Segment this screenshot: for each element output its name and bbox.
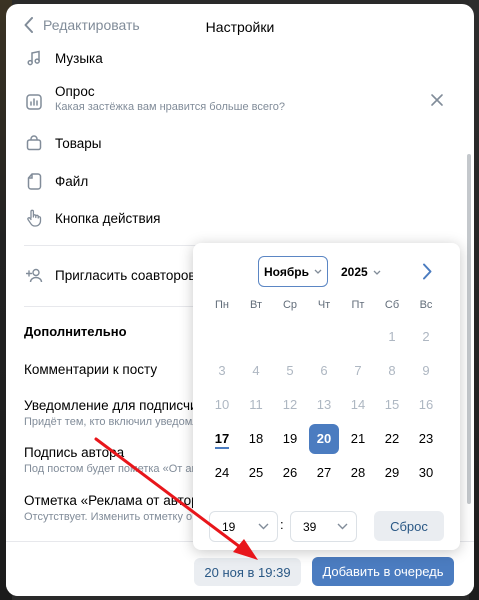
poll-icon	[24, 92, 44, 112]
schedule-date-button[interactable]: 20 ноя в 19:39	[194, 558, 301, 586]
author-signature-setting[interactable]: Подпись автора Под постом будет пометка …	[24, 445, 199, 475]
calendar-day[interactable]: 26	[275, 458, 305, 488]
invite-coauthors-label: Пригласить соавторов	[55, 267, 196, 283]
calendar-day-disabled: 9	[422, 363, 430, 378]
author-signature-sub: Под постом будет пометка «От автора»	[24, 463, 199, 475]
calendar-day-disabled: 15	[384, 397, 400, 412]
calendar-day-disabled: 10	[214, 397, 230, 412]
chevron-down-icon	[258, 523, 269, 530]
weekday-label: Пн	[215, 299, 229, 311]
calendar-day-disabled: 4	[252, 363, 260, 378]
notify-subscribers-setting[interactable]: Уведомление для подписчиков Придёт тем, …	[24, 398, 199, 428]
weekday-label: Пт	[351, 299, 365, 311]
calendar-day-disabled: 5	[286, 363, 294, 378]
add-user-icon	[24, 265, 44, 285]
reset-button[interactable]: Сброс	[374, 511, 444, 541]
calendar-day-disabled: 2	[422, 329, 430, 344]
divider	[24, 306, 204, 307]
calendar-day-disabled: 3	[218, 363, 226, 378]
calendar-day[interactable]: 19	[275, 424, 305, 454]
calendar-day-disabled: 13	[316, 397, 332, 412]
chevron-right-icon	[423, 263, 432, 280]
calendar-day-today[interactable]: 17	[207, 424, 237, 454]
calendar-day-selected[interactable]: 20	[309, 424, 339, 454]
comments-setting-title: Комментарии к посту	[24, 362, 158, 377]
notify-subscribers-title: Уведомление для подписчиков	[24, 398, 199, 413]
attach-action-button[interactable]: Кнопка действия	[24, 208, 160, 228]
next-month-button[interactable]	[422, 263, 432, 285]
year-select[interactable]: 2025	[341, 265, 381, 279]
calendar-day-disabled: 12	[282, 397, 298, 412]
author-signature-title: Подпись автора	[24, 445, 125, 460]
attach-products-label: Товары	[55, 135, 102, 151]
calendar-day-disabled: 1	[388, 329, 396, 344]
hand-pointer-icon	[24, 208, 44, 228]
modal-header: Редактировать Настройки	[6, 4, 474, 48]
chevron-down-icon	[337, 523, 348, 530]
hour-select[interactable]: 19	[209, 511, 278, 542]
attach-music[interactable]: Музыка	[24, 48, 103, 68]
calendar-day[interactable]: 18	[241, 424, 271, 454]
calendar-day-disabled: 6	[320, 363, 328, 378]
calendar-day-disabled: 11	[249, 397, 263, 412]
weekday-label: Чт	[317, 299, 331, 311]
date-picker-popup: Ноябрь 2025 Пн Вт Ср Чт Пт Сб Вс 1 2 3 4 5 6 7 8 9 10 11…	[193, 243, 460, 550]
calendar-day[interactable]: 27	[309, 458, 339, 488]
section-heading: Дополнительно	[24, 324, 127, 339]
calendar-day[interactable]: 29	[377, 458, 407, 488]
minute-value: 39	[303, 519, 317, 534]
calendar-day-disabled: 7	[354, 363, 362, 378]
ad-mark-setting[interactable]: Отметка «Реклама от автора» Отсутствует.…	[24, 493, 199, 523]
file-icon	[24, 171, 44, 191]
chevron-down-icon	[314, 269, 322, 274]
attach-poll-label: Опрос	[55, 84, 95, 99]
calendar-day[interactable]: 23	[411, 424, 441, 454]
remove-poll-button[interactable]	[430, 93, 444, 112]
calendar-day[interactable]: 28	[343, 458, 373, 488]
scrollbar[interactable]	[467, 154, 471, 504]
attach-file[interactable]: Файл	[24, 171, 88, 191]
ad-mark-sub: Отсутствует. Изменить отметку о рекламе	[24, 511, 199, 523]
weekday-label: Сб	[384, 299, 400, 311]
calendar-day-disabled: 14	[350, 397, 366, 412]
time-separator: :	[280, 517, 284, 532]
attach-poll-question: Какая застёжка вам нравится больше всего…	[55, 101, 285, 113]
chevron-down-icon	[373, 270, 381, 275]
month-select[interactable]: Ноябрь	[258, 256, 328, 287]
shopping-bag-icon	[24, 133, 44, 153]
modal-title: Настройки	[205, 19, 275, 35]
attach-products[interactable]: Товары	[24, 133, 101, 153]
add-to-queue-button[interactable]: Добавить в очередь	[312, 557, 454, 586]
weekday-label: Вс	[419, 299, 433, 311]
weekday-label: Ср	[282, 299, 298, 311]
invite-coauthors[interactable]: Пригласить соавторов	[24, 265, 196, 285]
music-note-icon	[24, 48, 44, 68]
settings-modal: Редактировать Настройки Музыка Опрос Как…	[6, 4, 474, 596]
year-value: 2025	[341, 265, 368, 279]
notify-subscribers-sub: Придёт тем, кто включил уведомления	[24, 416, 199, 428]
ad-mark-title: Отметка «Реклама от автора»	[24, 493, 199, 508]
close-icon	[431, 94, 443, 106]
hour-value: 19	[222, 519, 236, 534]
attach-action-button-label: Кнопка действия	[55, 210, 161, 226]
divider	[24, 245, 204, 246]
calendar-day[interactable]: 22	[377, 424, 407, 454]
attach-music-label: Музыка	[55, 50, 103, 66]
calendar-day[interactable]: 25	[241, 458, 271, 488]
minute-select[interactable]: 39	[290, 511, 357, 542]
calendar-day[interactable]: 30	[411, 458, 441, 488]
weekday-label: Вт	[249, 299, 262, 311]
attach-poll[interactable]: Опрос Какая застёжка вам нравится больше…	[24, 84, 285, 113]
comments-setting[interactable]: Комментарии к посту	[24, 362, 199, 377]
month-value: Ноябрь	[264, 264, 309, 279]
calendar-day[interactable]: 24	[207, 458, 237, 488]
calendar-day-today-label: 17	[214, 431, 230, 449]
calendar-day-disabled: 16	[418, 397, 434, 412]
attach-file-label: Файл	[55, 173, 89, 189]
calendar-day[interactable]: 21	[343, 424, 373, 454]
calendar-day-disabled: 8	[388, 363, 396, 378]
